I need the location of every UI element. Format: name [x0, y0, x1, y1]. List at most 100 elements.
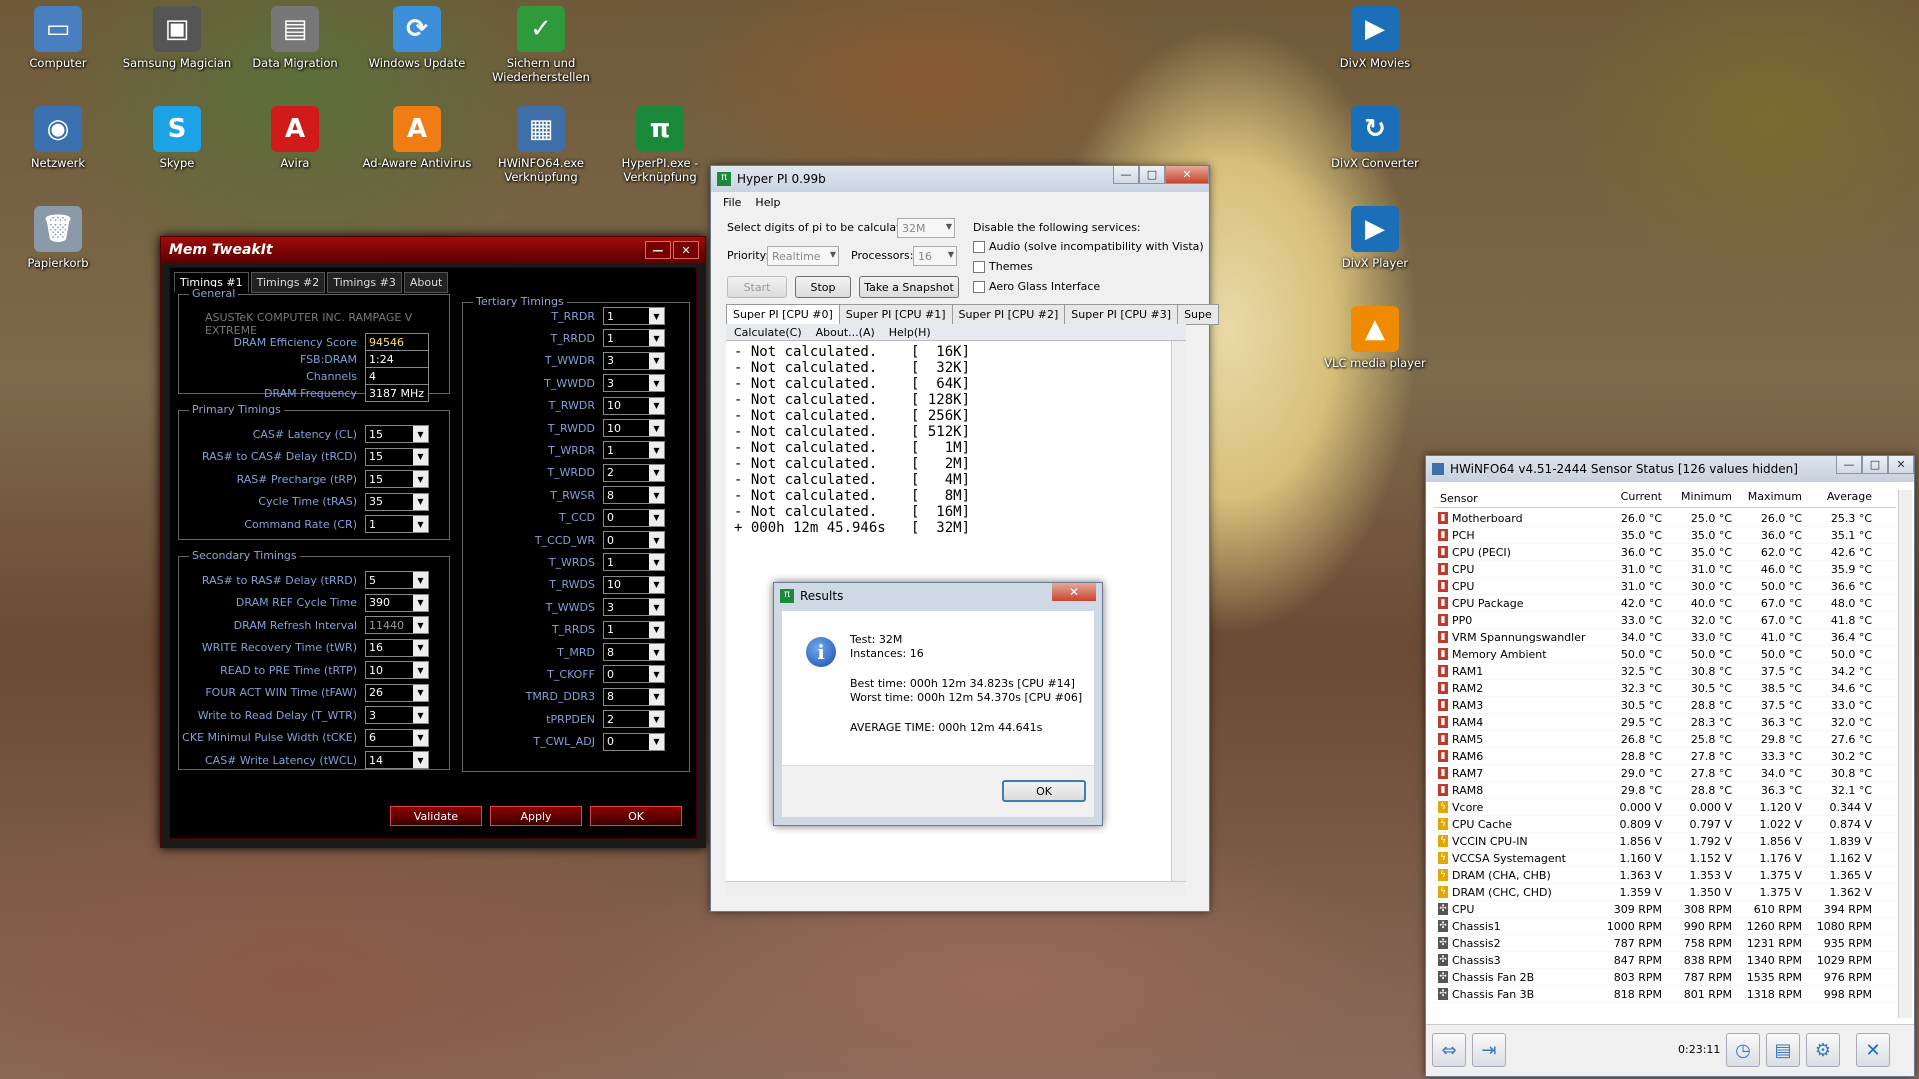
results-titlebar[interactable]: π Results ✕ [774, 583, 1102, 609]
tertiary-value-box[interactable]: 1 ▼ [603, 307, 665, 325]
maximize-button[interactable]: □ [1862, 456, 1888, 474]
collapse-icon[interactable]: ⇥ [1472, 1033, 1506, 1067]
sensor-row[interactable]: ▮ CPU (PECI) 36.0 °C 35.0 °C 62.0 °C 42.6 °C [1434, 544, 1896, 561]
tertiary-value-box[interactable]: 3 ▼ [603, 374, 665, 393]
tertiary-value-box[interactable]: 3 ▼ [603, 351, 665, 370]
close-icon[interactable]: ✕ [1856, 1033, 1890, 1067]
checkbox[interactable] [973, 260, 985, 273]
sensor-row[interactable]: ▮ RAM4 29.5 °C 28.3 °C 36.3 °C 32.0 °C [1434, 714, 1896, 731]
hyperpi-titlebar[interactable]: π Hyper PI 0.99b — □ ✕ [711, 166, 1209, 192]
superpi-menu-item[interactable]: Help(H) [889, 326, 931, 339]
desktop-icon-1[interactable]: ▣ Samsung Magician [122, 6, 232, 70]
sensor-row[interactable]: ▮ Memory Ambient 50.0 °C 50.0 °C 50.0 °C 50.0… [1434, 646, 1896, 663]
primary-value-box[interactable]: 15 ▼ [365, 447, 429, 466]
desktop-icon-8[interactable]: A Ad-Aware Antivirus [362, 106, 472, 170]
sensor-row[interactable]: ▮ Motherboard 26.0 °C 25.0 °C 26.0 °C 25.3 °C [1434, 510, 1896, 527]
sensor-row[interactable]: ▮ RAM2 32.3 °C 30.5 °C 38.5 °C 34.6 °C [1434, 680, 1896, 697]
sensor-row[interactable]: ▮ RAM5 26.8 °C 25.8 °C 29.8 °C 27.6 °C [1434, 731, 1896, 748]
tertiary-value-box[interactable]: 1 ▼ [603, 441, 665, 460]
desktop-icon-5[interactable]: ◉ Netzwerk [3, 106, 113, 170]
desktop-icon-15[interactable]: ▲ VLC media player [1320, 306, 1430, 370]
close-button[interactable]: ✕ [673, 241, 699, 259]
sensor-row[interactable]: ϟ CPU Cache 0.809 V 0.797 V 1.022 V 0.874 V [1434, 816, 1896, 833]
tertiary-value-box[interactable]: 10 ▼ [603, 396, 665, 415]
sensor-row[interactable]: ▮ CPU 31.0 °C 30.0 °C 50.0 °C 36.6 °C [1434, 578, 1896, 595]
tertiary-value-box[interactable]: 10 ▼ [603, 419, 665, 437]
sensor-row[interactable]: ▮ VRM Spannungswandler 34.0 °C 33.0 °C 41.0 … [1434, 629, 1896, 646]
navigate-left-icon[interactable]: ⇔ [1432, 1033, 1466, 1067]
tertiary-value-box[interactable]: 8 ▼ [603, 643, 665, 661]
tab-cpu-0[interactable]: Super PI [CPU #0] [726, 304, 840, 325]
validate-button[interactable]: Validate [390, 806, 482, 826]
secondary-value-box[interactable]: 390 ▼ [365, 593, 429, 612]
column-header[interactable]: Minimum [1666, 490, 1736, 507]
processors-select[interactable]: 16 ▼ [913, 246, 957, 266]
service-checkbox-2[interactable]: Aero Glass Interface [973, 280, 1100, 293]
tab-cpu-3[interactable]: Super PI [CPU #3] [1064, 304, 1179, 325]
sensor-row[interactable]: ▮ RAM8 29.8 °C 28.8 °C 36.3 °C 32.1 °C [1434, 782, 1896, 799]
report-icon[interactable]: ▤ [1766, 1033, 1800, 1067]
tertiary-value-box[interactable]: 8 ▼ [603, 687, 665, 706]
tertiary-value-box[interactable]: 1 ▼ [603, 329, 665, 348]
sensor-row[interactable]: ✣ Chassis3 847 RPM 838 RPM 1340 RPM 1029 RPM [1434, 952, 1896, 969]
primary-value-box[interactable]: 1 ▼ [365, 515, 429, 533]
tertiary-value-box[interactable]: 3 ▼ [603, 598, 665, 617]
vertical-scrollbar[interactable] [1171, 341, 1186, 881]
column-header[interactable]: Current [1596, 490, 1666, 507]
checkbox[interactable] [973, 280, 985, 293]
secondary-value-box[interactable]: 16 ▼ [365, 638, 429, 657]
sensor-row[interactable]: ϟ DRAM (CHA, CHB) 1.363 V 1.353 V 1.375 V 1.3… [1434, 867, 1896, 884]
secondary-value-box[interactable]: 26 ▼ [365, 683, 429, 702]
minimize-button[interactable]: — [645, 241, 671, 259]
sensor-row[interactable]: ϟ VCCIN CPU-IN 1.856 V 1.792 V 1.856 V 1.839 … [1434, 833, 1896, 850]
secondary-value-box[interactable]: 11440 ▼ [365, 616, 429, 634]
desktop-icon-0[interactable]: ▭ Computer [3, 6, 113, 70]
tertiary-value-box[interactable]: 0 ▼ [603, 665, 665, 684]
tab-timings-2[interactable]: Timings #3 [327, 272, 402, 293]
ok-button[interactable]: OK [590, 806, 682, 826]
tertiary-value-box[interactable]: 8 ▼ [603, 486, 665, 505]
sensor-row[interactable]: ▮ CPU 31.0 °C 31.0 °C 46.0 °C 35.9 °C [1434, 561, 1896, 578]
tertiary-value-box[interactable]: 10 ▼ [603, 575, 665, 594]
sensor-row[interactable]: ▮ RAM7 29.0 °C 27.8 °C 34.0 °C 30.8 °C [1434, 765, 1896, 782]
tertiary-value-box[interactable]: 2 ▼ [603, 710, 665, 729]
sensor-row[interactable]: ▮ RAM6 28.8 °C 27.8 °C 33.3 °C 30.2 °C [1434, 748, 1896, 765]
desktop-icon-10[interactable]: π HyperPI.exe - Verknüpfung [605, 106, 715, 184]
digits-select[interactable]: 32M ▼ [897, 218, 955, 238]
sensor-row[interactable]: ϟ Vcore 0.000 V 0.000 V 1.120 V 0.344 V [1434, 799, 1896, 816]
service-checkbox-0[interactable]: Audio (solve incompatibility with Vista) [973, 240, 1204, 253]
sensor-row[interactable]: ✣ CPU 309 RPM 308 RPM 610 RPM 394 RPM [1434, 901, 1896, 918]
secondary-value-box[interactable]: 14 ▼ [365, 751, 429, 769]
sensor-row[interactable]: ▮ RAM3 30.5 °C 28.8 °C 37.5 °C 33.0 °C [1434, 697, 1896, 714]
tab-cpu-4[interactable]: Supe [1177, 304, 1219, 325]
sensor-row[interactable]: ✣ Chassis2 787 RPM 758 RPM 1231 RPM 935 RPM [1434, 935, 1896, 952]
primary-value-box[interactable]: 35 ▼ [365, 492, 429, 511]
desktop-icon-6[interactable]: S Skype [122, 106, 232, 170]
sensor-row[interactable]: ▮ PP0 33.0 °C 32.0 °C 67.0 °C 41.8 °C [1434, 612, 1896, 629]
general-value-box[interactable]: 4 [365, 367, 429, 385]
sensor-row[interactable]: ▮ RAM1 32.5 °C 30.8 °C 37.5 °C 34.2 °C [1434, 663, 1896, 680]
column-header[interactable]: Maximum [1736, 490, 1806, 507]
general-value-box[interactable]: 94546 [365, 333, 429, 351]
column-header[interactable]: Sensor [1434, 490, 1596, 507]
horizontal-scrollbar[interactable] [726, 881, 1186, 896]
close-button[interactable]: ✕ [1052, 583, 1096, 601]
sensor-row[interactable]: ϟ VCCSA Systemagent 1.160 V 1.152 V 1.176 V 1… [1434, 850, 1896, 867]
tertiary-value-box[interactable]: 0 ▼ [603, 508, 665, 527]
maximize-button[interactable]: □ [1139, 166, 1165, 184]
desktop-icon-12[interactable]: ▶ DivX Movies [1320, 6, 1430, 70]
superpi-menu-item[interactable]: Calculate(C) [734, 326, 802, 339]
desktop-icon-13[interactable]: ↻ DivX Converter [1320, 106, 1430, 170]
secondary-value-box[interactable]: 3 ▼ [365, 706, 429, 724]
start-button[interactable]: Start [727, 276, 787, 298]
secondary-value-box[interactable]: 6 ▼ [365, 728, 429, 747]
sensor-row[interactable]: ✣ Chassis1 1000 RPM 990 RPM 1260 RPM 1080 RPM [1434, 918, 1896, 935]
desktop-icon-11[interactable]: 🗑 Papierkorb [3, 206, 113, 270]
column-header[interactable]: Average [1806, 490, 1876, 507]
primary-value-box[interactable]: 15 ▼ [365, 470, 429, 488]
desktop-icon-4[interactable]: ✓ Sichern und Wiederherstellen [486, 6, 596, 84]
vertical-scrollbar[interactable] [1898, 490, 1912, 1018]
menu-file[interactable]: File [723, 196, 741, 209]
snapshot-button[interactable]: Take a Snapshot [859, 276, 959, 298]
checkbox[interactable] [973, 240, 985, 253]
